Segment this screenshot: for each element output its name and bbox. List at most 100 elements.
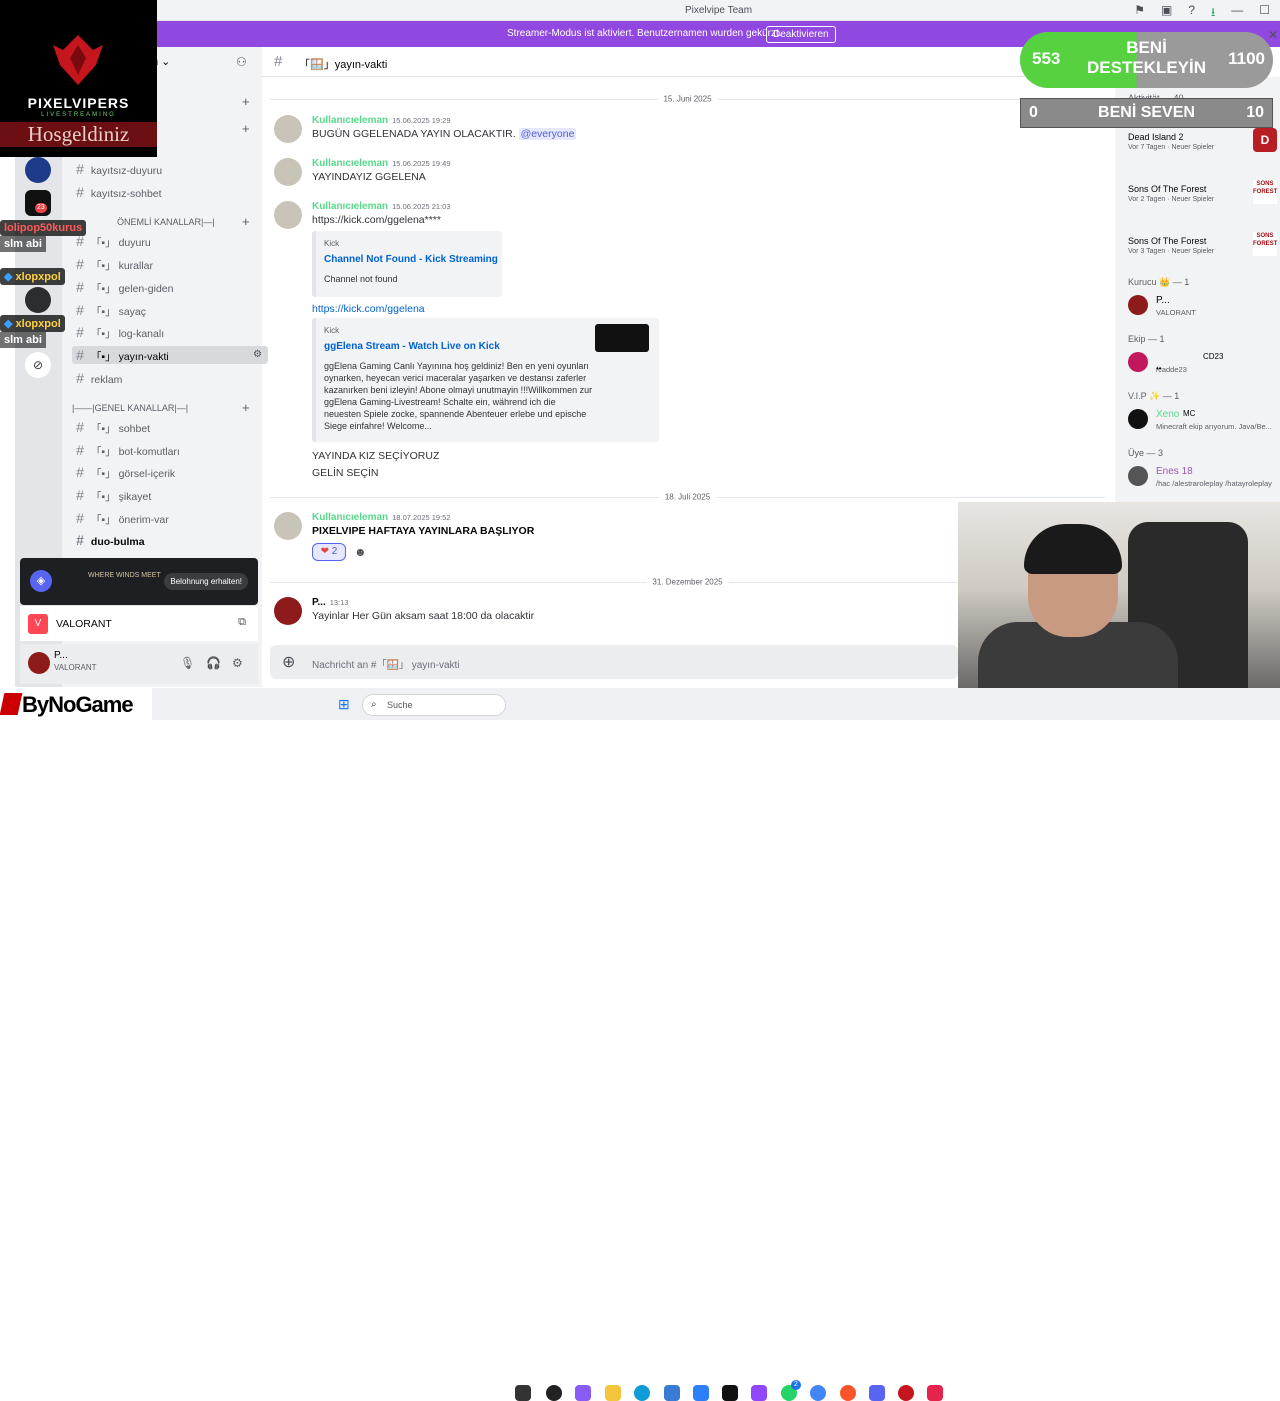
user-settings-icon[interactable]: ⚙ — [232, 656, 243, 670]
member-tag: CD23 — [1203, 352, 1224, 361]
channel-gorsel-icerik[interactable]: # 「▪」 görsel-içerik — [72, 463, 254, 481]
add-channel-icon[interactable]: + — [242, 121, 250, 136]
stream-chat-line: ◆ xlopxpol slm abi — [0, 315, 110, 348]
goal-current: 553 — [1032, 49, 1061, 68]
message-input[interactable]: Nachricht an #「🪟」 yayın-vakti — [312, 656, 460, 671]
message-text: YAYINDAYIZ GGELENA — [312, 171, 426, 183]
role-header: Ekip — 1 — [1128, 334, 1165, 344]
message-link[interactable]: https://kick.com/ggelena**** — [312, 214, 441, 226]
whatsapp-icon[interactable]: 2 — [781, 1380, 801, 1401]
message-author[interactable]: Kullanıcıeleman 15.06.2025 19:49 — [312, 158, 451, 169]
close-icon[interactable]: ✕ — [1268, 28, 1278, 42]
chrome-icon[interactable] — [810, 1385, 826, 1401]
message-author[interactable]: Kullanıcıeleman 18.07.2025 19:52 — [312, 512, 451, 523]
channel-reklam[interactable]: # reklam — [72, 369, 254, 387]
game-wordmark: WHERE WINDS MEET — [88, 572, 161, 579]
reaction-heart[interactable]: ❤ 2 — [312, 543, 346, 561]
microphone-icon[interactable]: 🎙 — [180, 656, 195, 670]
message-author[interactable]: P... 13:13 — [312, 597, 349, 608]
love-goal-bar: 0 BENİ SEVEN 10 — [1020, 98, 1273, 128]
link-embed: Kick Channel Not Found - Kick Streaming … — [312, 231, 502, 297]
explorer-icon[interactable] — [605, 1385, 621, 1401]
app-icon[interactable] — [927, 1385, 943, 1401]
avatar[interactable] — [274, 115, 302, 143]
server-icon[interactable]: 23 — [25, 190, 51, 216]
headphones-icon[interactable]: 🎧 — [206, 656, 221, 670]
heart-icon: ❤ — [320, 546, 330, 557]
claim-reward-button[interactable]: Belohnung erhalten! — [164, 573, 248, 590]
category-general[interactable]: |——|GENEL KANALLAR|—| — [72, 403, 188, 413]
member-list: Aktivität — 40 Dead Island 2 Vor 7 Tagen… — [1115, 77, 1280, 502]
channel-bot-komutlari[interactable]: # 「▪」 bot-komutları — [72, 441, 254, 459]
attach-plus-icon[interactable]: ⊕ — [282, 652, 295, 672]
avatar — [1128, 352, 1148, 372]
share-activity-icon[interactable]: ⧉ — [238, 616, 246, 629]
server-icon[interactable] — [25, 157, 51, 183]
streamer-mode-message: Streamer-Modus ist aktiviert. Benutzerna… — [507, 28, 782, 39]
streamer-headphones — [1024, 524, 1122, 574]
window-titlebar: Pixelvipe Team ⚑ ▣ ? ⭳ — ☐ — [157, 0, 1280, 21]
sponsor-logo: ByNoGame — [0, 688, 152, 720]
server-icon[interactable] — [25, 287, 51, 313]
user-panel: P... VALORANT 🎙 🎧 ⚙ — [20, 644, 258, 684]
app-icon[interactable] — [546, 1385, 562, 1401]
message-text: Yayinlar Her Gün aksam saat 18:00 da ola… — [312, 610, 535, 622]
message-link[interactable]: https://kick.com/ggelena — [312, 303, 425, 315]
goal-label: BENİ SEVEN — [1098, 104, 1195, 121]
embed-title[interactable]: ggElena Stream - Watch Live on Kick — [324, 341, 500, 352]
copilot-icon[interactable] — [575, 1385, 591, 1401]
message-author[interactable]: Kullanıcıeleman 15.06.2025 19:29 — [312, 115, 451, 126]
add-channel-icon[interactable]: + — [242, 400, 250, 415]
start-icon[interactable]: ⊞ — [338, 696, 350, 713]
goal-label: BENİ DESTEKLEYİN — [1086, 38, 1207, 77]
taskbar-search[interactable]: ⌕ Suche — [362, 694, 506, 716]
add-friend-icon[interactable]: ⚇ — [236, 55, 247, 69]
avatar[interactable] — [28, 652, 50, 674]
outlook-icon[interactable] — [693, 1385, 709, 1401]
mention[interactable]: @everyone — [518, 128, 577, 140]
notification-badge: 23 — [35, 203, 47, 213]
tiktok-icon[interactable] — [722, 1385, 738, 1401]
app-icon[interactable] — [898, 1385, 914, 1401]
discover-icon[interactable]: ⊘ — [25, 352, 51, 378]
embed-title[interactable]: Channel Not Found - Kick Streaming — [324, 254, 498, 265]
deactivate-button[interactable]: Deaktivieren — [766, 26, 836, 43]
channel-hash-icon: # — [274, 53, 283, 70]
discord-icon[interactable] — [869, 1385, 885, 1401]
embed-provider[interactable]: Kick — [324, 326, 339, 335]
embed-provider[interactable]: Kick — [324, 239, 339, 248]
avatar[interactable] — [274, 201, 302, 229]
channel-sikayet[interactable]: # 「▪」 şikayet — [72, 486, 254, 504]
message-composer[interactable]: ⊕ Nachricht an #「🪟」 yayın-vakti — [270, 645, 958, 679]
channel-yayin-vakti[interactable]: # 「▪」 yayın-vakti ⚙ — [72, 346, 268, 364]
channel-sohbet[interactable]: # 「▪」 sohbet — [72, 418, 254, 436]
channel-duo-bulma[interactable]: # duo-bulma — [72, 531, 254, 549]
channel-kayitsiz-duyuru[interactable]: # kayıtsız-duyuru — [72, 160, 254, 178]
avatar[interactable] — [274, 158, 302, 186]
user-badge-icon: ◆ — [4, 318, 13, 330]
taskview-icon[interactable] — [515, 1385, 531, 1401]
add-reaction-icon[interactable]: ☻ — [354, 545, 367, 559]
search-icon: ⌕ — [371, 699, 377, 710]
edge-icon[interactable] — [634, 1385, 650, 1401]
message-author[interactable]: Kullanıcıeleman 15.06.2025 21:03 — [312, 201, 451, 212]
settings-gear-icon[interactable]: ⚙ — [253, 346, 262, 364]
category-important[interactable]: ÖNEMLİ KANALLAR|—| — [117, 217, 215, 227]
brave-icon[interactable] — [840, 1385, 856, 1401]
twitch-icon[interactable] — [751, 1385, 767, 1401]
channel-onerim-var[interactable]: # 「▪」 önerim-var — [72, 509, 254, 527]
avatar[interactable] — [274, 512, 302, 540]
avatar — [1128, 409, 1148, 429]
game-activity[interactable]: V VALORANT ⧉ — [20, 605, 258, 641]
add-channel-icon[interactable]: + — [242, 214, 250, 229]
store-icon[interactable] — [664, 1385, 680, 1401]
promo-banner[interactable]: ◈ WHERE WINDS MEET Belohnung erhalten! — [20, 558, 258, 605]
sponsor-name: ByNoGame — [22, 692, 134, 717]
game-thumbnail: SONS FOREST — [1253, 180, 1277, 204]
game-logo-icon: ◈ — [30, 570, 52, 592]
search-input[interactable]: Suche — [387, 700, 413, 710]
channel-kayitsiz-sohbet[interactable]: # kayıtsız-sohbet — [72, 183, 254, 201]
embed-thumbnail[interactable] — [595, 324, 649, 352]
add-channel-icon[interactable]: + — [242, 94, 250, 109]
avatar[interactable] — [274, 597, 302, 625]
